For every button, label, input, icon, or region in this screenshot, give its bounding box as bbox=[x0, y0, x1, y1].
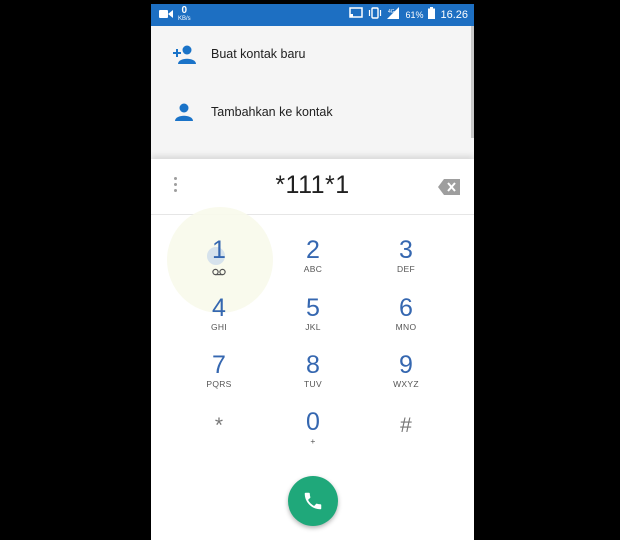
overflow-menu-icon[interactable] bbox=[173, 177, 179, 195]
backspace-icon[interactable] bbox=[438, 179, 460, 195]
key-digit: 2 bbox=[306, 236, 320, 264]
dialpad: *111*1 1 2 ABC 3 DEF 4 GHI 5 JKL 6 MNO 7… bbox=[151, 159, 474, 540]
key-letters: PQRS bbox=[206, 379, 232, 389]
key-letters: TUV bbox=[304, 379, 322, 389]
key-letters: DEF bbox=[397, 264, 415, 274]
key-digit: 7 bbox=[212, 351, 226, 379]
key-9[interactable]: 9 WXYZ bbox=[366, 352, 446, 402]
key-letters: ABC bbox=[303, 264, 323, 274]
call-button[interactable] bbox=[288, 476, 338, 526]
key-digit: # bbox=[400, 414, 412, 437]
key-1[interactable]: 1 bbox=[179, 237, 259, 287]
key-digit: 0 bbox=[306, 408, 320, 436]
key-digit: * bbox=[214, 414, 224, 437]
key-4[interactable]: 4 GHI bbox=[179, 295, 259, 345]
key-3[interactable]: 3 DEF bbox=[366, 237, 446, 287]
key-letters: + bbox=[310, 436, 316, 446]
status-bar: 0 KB/s 4G 61% 16.26 bbox=[151, 4, 474, 26]
net-speed-value: 0 bbox=[181, 5, 188, 16]
key-2[interactable]: 2 ABC bbox=[273, 237, 353, 287]
key-8[interactable]: 8 TUV bbox=[273, 352, 353, 402]
phone-screen: 0 KB/s 4G 61% 16.26 Buat kontak baru Tam… bbox=[151, 4, 474, 540]
key-hash[interactable]: # bbox=[366, 409, 446, 459]
key-letters: WXYZ bbox=[393, 379, 419, 389]
voicemail-icon bbox=[179, 263, 259, 276]
dialed-number[interactable]: *111*1 bbox=[221, 171, 404, 200]
person-icon bbox=[173, 102, 195, 124]
key-5[interactable]: 5 JKL bbox=[273, 295, 353, 345]
vibrate-icon bbox=[368, 7, 382, 22]
key-digit: 9 bbox=[399, 351, 413, 379]
battery-percent: 61% bbox=[405, 9, 424, 20]
clock: 16.26 bbox=[440, 8, 468, 21]
add-person-icon bbox=[173, 44, 196, 66]
create-new-contact-label: Buat kontak baru bbox=[211, 47, 306, 61]
key-letters: MNO bbox=[395, 322, 417, 332]
key-6[interactable]: 6 MNO bbox=[366, 295, 446, 345]
video-camera-icon bbox=[159, 9, 173, 22]
create-new-contact-item[interactable]: Buat kontak baru bbox=[151, 26, 474, 83]
svg-text:4G: 4G bbox=[388, 9, 395, 15]
add-to-contact-label: Tambahkan ke kontak bbox=[211, 105, 333, 119]
key-letters: JKL bbox=[305, 322, 321, 332]
key-letters: GHI bbox=[210, 322, 227, 332]
battery-icon bbox=[428, 7, 436, 22]
key-digit: 8 bbox=[306, 351, 320, 379]
signal-icon: 4G bbox=[387, 7, 400, 22]
key-0[interactable]: 0 + bbox=[273, 409, 353, 459]
digits-bar: *111*1 bbox=[151, 159, 474, 215]
key-digit: 5 bbox=[306, 294, 320, 322]
key-digit: 4 bbox=[212, 294, 226, 322]
key-digit: 3 bbox=[399, 236, 413, 264]
key-digit: 1 bbox=[212, 236, 226, 264]
cast-icon bbox=[349, 7, 364, 22]
key-star[interactable]: * bbox=[179, 409, 259, 459]
key-7[interactable]: 7 PQRS bbox=[179, 352, 259, 402]
net-speed-unit: KB/s bbox=[178, 16, 191, 22]
net-speed: 0 KB/s bbox=[178, 5, 191, 23]
key-digit: 6 bbox=[399, 294, 413, 322]
add-to-contact-item[interactable]: Tambahkan ke kontak bbox=[151, 84, 474, 141]
